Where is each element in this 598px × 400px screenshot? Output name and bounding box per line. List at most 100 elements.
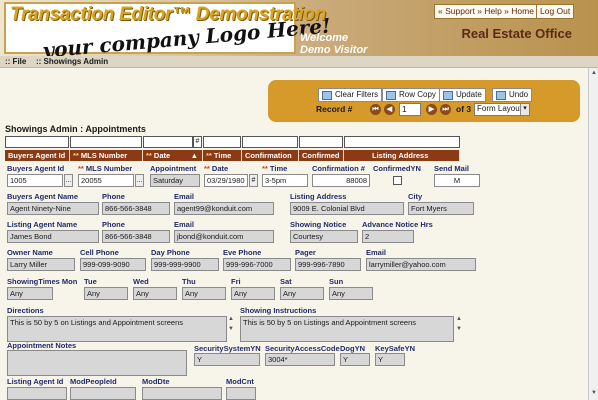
security-code-field[interactable]: 3004* [265,353,335,366]
showing-mon-field[interactable]: Any [7,287,53,300]
last-record-icon[interactable]: ⏭ [440,104,451,115]
clear-filters-button[interactable]: Clear Filters [318,88,383,102]
showing-tue-field[interactable]: Any [84,287,128,300]
owner-name-field[interactable]: Larry Miller [7,258,75,271]
buyers-phone-field[interactable]: 866-566-3848 [102,202,170,215]
filter-time[interactable] [203,136,241,148]
menu-file[interactable]: :: File [5,57,26,66]
showing-thu-field[interactable]: Any [182,287,226,300]
label-sun: Sun [329,277,344,286]
showing-notice-field[interactable]: Courtesy [290,230,358,243]
mls-number-field[interactable]: 20055 [78,174,134,187]
save-icon [443,91,453,100]
column-header-time[interactable]: ** Time [203,150,242,161]
time-field[interactable]: 3-5pm [262,174,308,187]
column-header-date[interactable]: ** Date ▲ [143,150,203,161]
label-buyers-email: Email [174,192,195,201]
showing-wed-field[interactable]: Any [133,287,177,300]
update-button[interactable]: Update [439,88,486,102]
required-marker: ** [204,164,212,173]
lookup-button[interactable]: ... [135,174,144,187]
cell-phone-field[interactable]: 999-099-9090 [80,258,146,271]
owner-email-field[interactable]: larrymiller@yahoo.com [366,258,476,271]
filter-mls-number[interactable] [70,136,142,148]
keysafe-field[interactable]: Y [375,353,405,366]
mod-cnt-field[interactable] [226,387,256,400]
label-buyers-agent-id: Buyers Agent Id [7,164,65,173]
undo-button[interactable]: Undo [492,88,533,102]
column-header-buyers-agent-id[interactable]: Buyers Agent Id [5,150,70,161]
instructions-scroll[interactable]: ▲ ▼ [456,316,464,342]
scroll-up-icon[interactable]: ▲ [456,316,464,322]
appointment-notes-textarea[interactable] [7,350,187,376]
menu-showings-admin[interactable]: :: Showings Admin [36,57,108,66]
column-header-confirmation[interactable]: Confirmation [242,150,299,161]
scroll-down-icon[interactable]: ▼ [590,390,598,398]
filter-date[interactable] [143,136,193,148]
mod-dte-field[interactable] [142,387,222,400]
listing-agent-id-field[interactable] [7,387,67,400]
date-picker-button[interactable]: # [249,174,258,187]
listing-email-field[interactable]: jbond@konduit.com [174,230,274,243]
showing-instructions-textarea[interactable]: This is 50 by 5 on Listings and Appointm… [240,316,454,342]
showing-sun-field[interactable]: Any [329,287,373,300]
label-cell-phone: Cell Phone [80,248,119,257]
dog-field[interactable]: Y [340,353,370,366]
layout-select[interactable]: Form Layout ▾ [474,103,530,116]
record-number-input[interactable]: 1 [399,103,421,116]
buyers-email-field[interactable]: agent99@konduit.com [174,202,274,215]
buyers-agent-name-field[interactable]: Agent Ninety-Nine [7,202,99,215]
prev-record-icon[interactable]: ◀ [384,104,395,115]
listing-agent-name-field[interactable]: James Bond [7,230,99,243]
lookup-button[interactable]: ... [64,174,73,187]
filter-date-picker[interactable]: # [193,136,202,148]
confirmed-checkbox[interactable] [393,176,402,185]
update-label: Update [456,90,482,99]
directions-scroll[interactable]: ▲ ▼ [228,316,236,342]
appointment-field[interactable]: Saturday [150,174,200,187]
user-name: Demo Visitor [300,44,368,56]
scroll-up-icon[interactable]: ▲ [228,316,236,322]
send-mail-field[interactable]: M [434,174,480,187]
row-copy-button[interactable]: Row Copy [382,88,440,102]
showing-sat-field[interactable]: Any [280,287,324,300]
label-pager: Pager [295,248,316,257]
buyers-agent-id-field[interactable]: 1005 [7,174,63,187]
filter-icon [322,91,332,100]
security-system-field[interactable]: Y [194,353,260,366]
listing-address-field[interactable]: 9009 E. Colonial Blvd [290,202,404,215]
scroll-down-icon[interactable]: ▼ [456,326,464,332]
next-record-icon[interactable]: ▶ [426,104,437,115]
showing-fri-field[interactable]: Any [231,287,275,300]
listing-phone-field[interactable]: 866-566-3848 [102,230,170,243]
day-phone-field[interactable]: 999-999-9900 [151,258,219,271]
column-header-mls-number[interactable]: ** MLS Number [70,150,143,161]
copy-icon [386,91,396,100]
label-confirmation: Confirmation # [312,164,365,173]
city-field[interactable]: Fort Myers [408,202,474,215]
mod-people-id-field[interactable] [70,387,136,400]
app-header: Transaction Editor™ Demonstration your c… [0,0,598,63]
support-help-home-links[interactable]: « Support » Help » Home [434,4,538,19]
filter-confirmation[interactable] [242,136,298,148]
pager-field[interactable]: 999-996-7890 [295,258,361,271]
label-text: MLS Number [85,164,133,173]
date-field[interactable]: 03/29/1980 [204,174,248,187]
scroll-up-icon[interactable]: ▲ [590,70,598,78]
label-showing-instructions: Showing Instructions [240,306,317,315]
label-fri: Fri [231,277,241,286]
layout-select-value: Form Layout [477,104,522,113]
directions-textarea[interactable]: This is 50 by 5 on Listings and Appointm… [7,316,227,342]
filter-buyers-agent-id[interactable] [5,136,69,148]
filter-confirmed[interactable] [299,136,343,148]
column-header-confirmed[interactable]: Confirmed [299,150,344,161]
confirmation-field[interactable]: 88008 [312,174,370,187]
scroll-down-icon[interactable]: ▼ [228,326,236,332]
logout-button[interactable]: Log Out [536,4,575,19]
first-record-icon[interactable]: ⏮ [370,104,381,115]
column-header-listing-address[interactable]: Listing Address [344,150,460,161]
eve-phone-field[interactable]: 999-996-7000 [223,258,291,271]
page-scrollbar[interactable]: ▲ ▼ [588,68,598,400]
advance-notice-field[interactable]: 2 [362,230,414,243]
filter-listing-address[interactable] [344,136,460,148]
